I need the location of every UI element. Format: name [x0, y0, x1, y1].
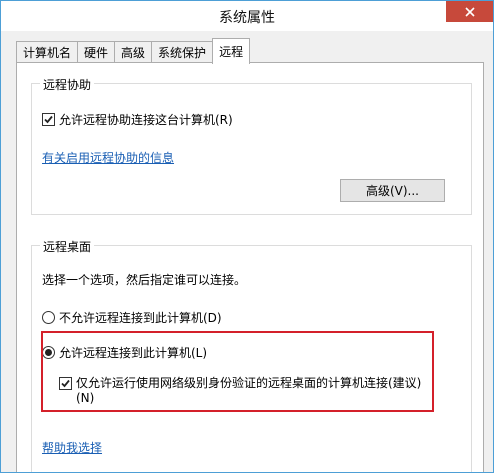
window-title: 系统属性	[219, 10, 275, 26]
tab-hardware[interactable]: 硬件	[77, 41, 116, 63]
deny-remote-row[interactable]: 不允许远程连接到此计算机(D)	[42, 309, 222, 326]
system-properties-window: 系统属性 计算机名 硬件 高级 系统保护 远程 远程协助 允许远程协助连接这台计…	[0, 0, 494, 473]
tab-system-protection[interactable]: 系统保护	[151, 41, 214, 63]
tab-panel-remote: 远程协助 允许远程协助连接这台计算机(R) 有关启用远程协助的信息 高级(V).…	[16, 62, 484, 472]
allow-remote-label: 允许远程连接到此计算机(L)	[59, 346, 208, 360]
nla-checkbox[interactable]	[59, 377, 72, 390]
deny-remote-label: 不允许远程连接到此计算机(D)	[59, 311, 222, 325]
tab-strip: 计算机名 硬件 高级 系统保护 远程	[16, 38, 251, 64]
tab-computer-name[interactable]: 计算机名	[16, 41, 79, 63]
help-me-choose-link[interactable]: 帮助我选择	[42, 439, 102, 456]
nla-row[interactable]: 仅允许运行使用网络级别身份验证的远程桌面的计算机连接(建议) (N)	[59, 376, 421, 406]
remote-assistance-info-link[interactable]: 有关启用远程协助的信息	[42, 149, 174, 166]
allow-remote-assistance-row[interactable]: 允许远程协助连接这台计算机(R)	[42, 111, 233, 128]
tab-remote[interactable]: 远程	[212, 38, 251, 64]
allow-remote-row[interactable]: 允许远程连接到此计算机(L)	[42, 344, 207, 361]
checkmark-icon	[44, 115, 53, 124]
remote-desktop-instruction: 选择一个选项，然后指定谁可以连接。	[42, 273, 247, 287]
advanced-button[interactable]: 高级(V)...	[340, 179, 445, 202]
nla-label: 仅允许运行使用网络级别身份验证的远程桌面的计算机连接(建议) (N)	[76, 376, 421, 406]
allow-remote-assistance-checkbox[interactable]	[42, 113, 55, 126]
close-button[interactable]	[446, 1, 493, 22]
checkmark-icon	[61, 379, 70, 388]
tab-advanced[interactable]: 高级	[114, 41, 153, 63]
title-bar: 系统属性	[1, 1, 493, 31]
allow-remote-assistance-label: 允许远程协助连接这台计算机(R)	[59, 113, 233, 127]
nla-label-line2: (N)	[76, 391, 95, 405]
nla-label-line1: 仅允许运行使用网络级别身份验证的远程桌面的计算机连接(建议)	[76, 376, 422, 390]
remote-assistance-title: 远程协助	[40, 76, 95, 93]
allow-remote-radio[interactable]	[42, 346, 55, 359]
remote-desktop-title: 远程桌面	[40, 238, 95, 255]
close-icon	[464, 6, 475, 17]
deny-remote-radio[interactable]	[42, 311, 55, 324]
